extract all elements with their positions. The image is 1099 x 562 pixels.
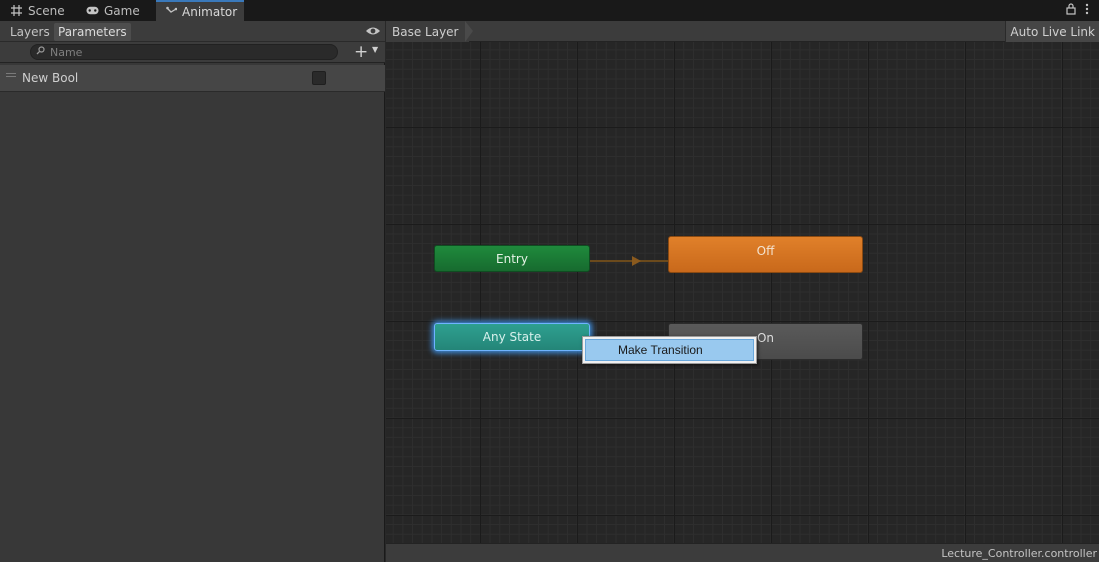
controller-file-name: Lecture_Controller.controller (941, 547, 1097, 560)
tab-layers[interactable]: Layers (6, 23, 54, 41)
eye-icon[interactable] (365, 24, 381, 38)
panel-tab-strip: Layers Parameters (0, 21, 385, 42)
gamepad-icon (86, 4, 99, 17)
kebab-menu-icon[interactable] (1085, 3, 1089, 18)
add-parameter-button[interactable]: + (354, 43, 368, 61)
tab-parameters[interactable]: Parameters (54, 23, 131, 41)
drag-handle-icon[interactable] (6, 73, 16, 77)
tab-label: Animator (182, 4, 238, 19)
lock-icon[interactable] (1066, 3, 1076, 18)
parameter-name[interactable]: New Bool (22, 71, 78, 85)
breadcrumb-label: Base Layer (392, 24, 459, 39)
search-input[interactable] (50, 45, 320, 59)
state-machine-graph[interactable]: Entry Off Any State On Make Transition (386, 42, 1099, 543)
status-bar: Lecture_Controller.controller (386, 543, 1099, 562)
grid-icon (10, 4, 23, 17)
animator-icon (166, 5, 177, 18)
tab-label: Scene (28, 3, 65, 18)
tab-game[interactable]: Game (76, 0, 156, 21)
state-off-default[interactable]: Off (668, 236, 863, 273)
tab-animator[interactable]: Animator (156, 0, 244, 21)
breadcrumb-arrow (465, 21, 473, 42)
auto-live-link-button[interactable]: Auto Live Link (1005, 21, 1099, 42)
state-label: Any State (482, 330, 542, 344)
state-label: Entry (496, 251, 528, 266)
tab-label: Game (104, 3, 140, 18)
context-menu: Make Transition (582, 336, 757, 364)
state-label: On (756, 331, 775, 345)
search-row: + ▼ (0, 42, 385, 63)
state-label: Off (756, 244, 775, 258)
tab-scene[interactable]: Scene (0, 0, 76, 21)
state-any-state[interactable]: Any State (434, 323, 590, 351)
search-icon (36, 46, 45, 58)
make-transition-menu-item[interactable]: Make Transition (585, 339, 754, 361)
parameter-bool-checkbox[interactable] (312, 71, 326, 85)
state-entry[interactable]: Entry (434, 245, 590, 272)
parameter-row[interactable]: New Bool (0, 65, 385, 92)
editor-tab-bar: Scene Game Animator (0, 0, 1099, 21)
transition-arrow-icon (632, 256, 641, 266)
graph-toolbar: Base Layer Auto Live Link (386, 21, 1099, 42)
breadcrumb[interactable]: Base Layer (386, 21, 469, 42)
chevron-down-icon[interactable]: ▼ (372, 45, 378, 54)
transition-line[interactable] (590, 260, 668, 262)
search-field[interactable] (30, 44, 338, 60)
parameters-panel: Layers Parameters + ▼ New Bool (0, 21, 385, 562)
